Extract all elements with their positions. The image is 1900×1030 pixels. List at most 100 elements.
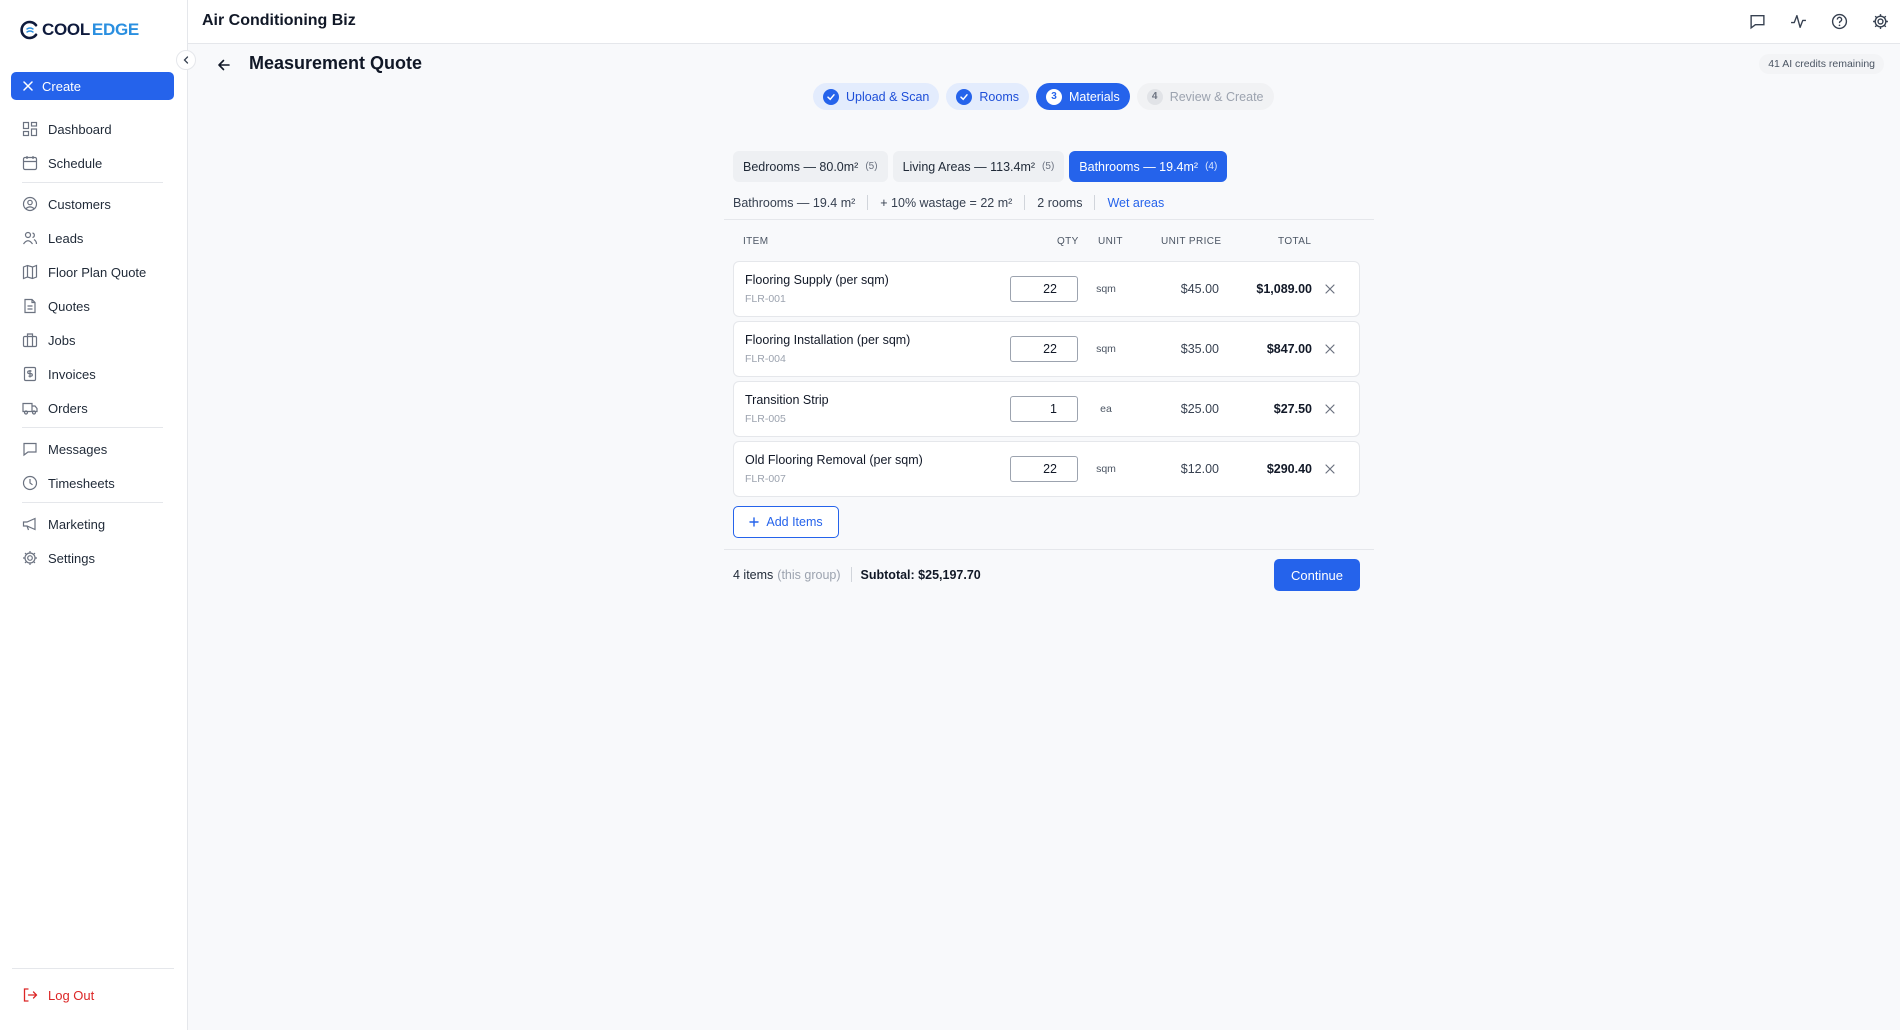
remove-item-icon[interactable] [1324,463,1336,475]
group-summary: Bathrooms — 19.4 m² + 10% wastage = 22 m… [733,195,1164,210]
sidebar-item-label: Dashboard [48,121,112,137]
quantity-input[interactable] [1010,456,1078,482]
top-bar-actions [1747,11,1890,31]
tab-label: Bedrooms — 80.0m² [743,159,859,174]
sidebar-item-customers[interactable]: Customers [0,187,188,221]
top-bar: Air Conditioning Biz [188,0,1900,44]
settings-icon[interactable] [1870,11,1890,31]
add-items-button[interactable]: Add Items [733,506,839,538]
step-upload-scan[interactable]: Upload & Scan [813,83,940,110]
add-items-label: Add Items [766,515,823,529]
subtotal: Subtotal: $25,197.70 [860,567,981,582]
help-icon[interactable] [1829,11,1849,31]
plus-icon [749,517,760,527]
briefcase-icon [22,333,38,348]
quantity-input[interactable] [1010,276,1078,302]
quantity-input[interactable] [1010,396,1078,422]
brand-logo[interactable]: COOL EDGE [20,20,139,40]
item-unit-price: $12.00 [1180,462,1219,476]
tab-living-areas[interactable]: Living Areas — 113.4m² (5) [892,151,1065,182]
tab-bathrooms[interactable]: Bathrooms — 19.4m² (4) [1069,151,1228,182]
sidebar-item-label: Leads [48,230,84,246]
item-unit-price: $25.00 [1180,402,1219,416]
group-rooms: 2 rooms [1037,195,1083,210]
sidebar-item-label: Invoices [48,366,96,382]
quantity-input[interactable] [1010,336,1078,362]
room-group-tabs: Bedrooms — 80.0m² (5) Living Areas — 113… [733,151,1228,182]
group-wastage: + 10% wastage = 22 m² [880,195,1013,210]
activity-icon[interactable] [1788,11,1808,31]
tab-count: (4) [1205,161,1218,172]
sidebar: COOL EDGE Create Dashboard Schedule Custo… [0,0,188,1030]
remove-item-icon[interactable] [1324,343,1336,355]
item-sku: FLR-004 [745,353,786,365]
sidebar-item-jobs[interactable]: Jobs [0,323,188,357]
logo-mark-icon [20,20,38,40]
step-number: 3 [1045,88,1062,105]
calendar-icon [22,156,38,171]
sidebar-item-messages[interactable]: Messages [0,432,188,466]
sidebar-item-quotes[interactable]: Quotes [0,289,188,323]
sidebar-item-orders[interactable]: Orders [0,391,188,425]
sidebar-item-invoices[interactable]: Invoices [0,357,188,391]
sidebar-item-marketing[interactable]: Marketing [0,507,188,541]
tab-bedrooms[interactable]: Bedrooms — 80.0m² (5) [733,151,888,182]
sidebar-item-floor-plan-quote[interactable]: Floor Plan Quote [0,255,188,289]
step-label: Materials [1068,89,1120,104]
item-name: Flooring Supply (per sqm) [745,273,889,287]
item-name: Flooring Installation (per sqm) [745,333,911,347]
continue-button[interactable]: Continue [1274,559,1360,591]
group-footer: 4 items (this group) Subtotal: $25,197.7… [733,567,981,582]
item-total: $1,089.00 [1256,282,1312,296]
tab-label: Living Areas — 113.4m² [902,159,1036,174]
sidebar-item-timesheets[interactable]: Timesheets [0,466,188,500]
sidebar-item-label: Messages [48,441,108,457]
sidebar-item-label: Settings [48,550,95,566]
table-row: Flooring Supply (per sqm) FLR-001 sqm $4… [733,261,1360,317]
collapse-sidebar-button[interactable] [176,50,196,70]
sidebar-item-schedule[interactable]: Schedule [0,146,188,180]
receipt-icon [23,366,37,382]
item-unit-price: $35.00 [1180,342,1219,356]
chevron-left-icon [183,56,189,64]
users-icon [23,231,38,245]
sidebar-item-settings[interactable]: Settings [0,541,188,575]
step-rooms[interactable]: Rooms [946,83,1029,110]
item-unit: sqm [1096,463,1116,475]
tab-count: (5) [865,161,878,172]
megaphone-icon [22,517,36,531]
map-icon [22,264,38,280]
back-button[interactable] [214,55,234,75]
col-total: TOTAL [1278,236,1312,247]
sidebar-item-dashboard[interactable]: Dashboard [0,112,188,146]
remove-item-icon[interactable] [1324,403,1336,415]
nav-divider [22,502,163,503]
create-button-label: Create [42,78,82,94]
item-total: $290.40 [1266,462,1312,476]
nav-divider [22,182,163,183]
group-tag-link[interactable]: Wet areas [1107,196,1164,210]
sidebar-item-label: Floor Plan Quote [48,264,147,280]
check-icon [956,88,973,105]
logout-button[interactable]: Log Out [22,987,94,1003]
items-count: 4 items [733,567,774,582]
divider [850,567,852,582]
tab-count: (5) [1042,161,1055,172]
create-button[interactable]: Create [11,72,174,100]
clock-icon [22,475,38,491]
step-review-create[interactable]: 4 Review & Create [1136,83,1274,110]
check-icon [823,88,839,105]
step-label: Rooms [979,89,1019,104]
step-materials[interactable]: 3 Materials [1035,83,1130,110]
divider [867,195,869,210]
section-divider [724,549,1374,550]
col-unit-price: UNIT PRICE [1161,236,1222,247]
item-total: $27.50 [1273,402,1312,416]
chat-icon[interactable] [1747,11,1767,31]
sidebar-item-leads[interactable]: Leads [0,221,188,255]
divider [1094,195,1096,210]
sidebar-item-label: Schedule [48,155,103,171]
section-divider [724,219,1374,220]
close-icon [23,81,33,91]
remove-item-icon[interactable] [1324,283,1336,295]
